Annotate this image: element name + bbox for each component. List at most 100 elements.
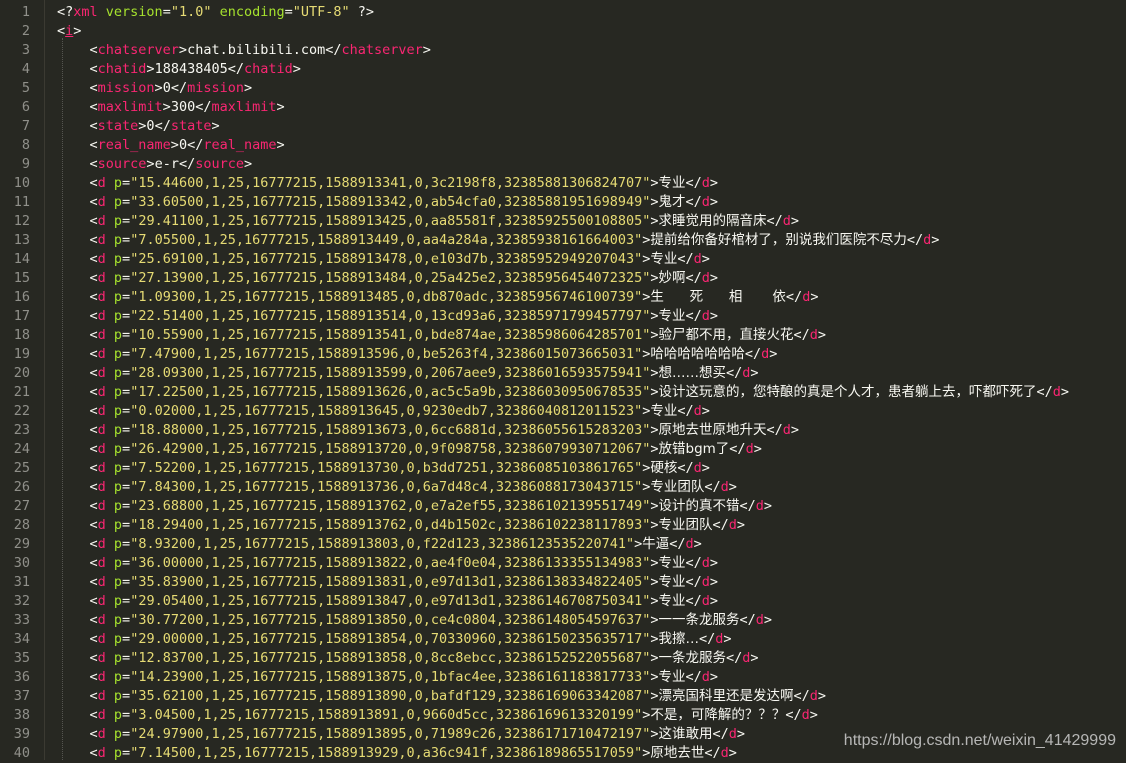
code-line[interactable]: 26 <d p="7.84300,1,25,16777215,158891373… bbox=[0, 478, 1126, 497]
d-tag-close: d bbox=[782, 213, 791, 229]
danmaku-text: 一条龙服务 bbox=[658, 650, 727, 666]
code-line[interactable]: 2 <i> bbox=[0, 22, 1126, 41]
d-tag-open: d bbox=[97, 555, 106, 571]
line-content: <d p="28.09300,1,25,16777215,1588913599,… bbox=[57, 365, 759, 381]
meta-tag-close: source bbox=[195, 156, 244, 172]
d-tag-open: d bbox=[97, 289, 106, 305]
d-attr-name: p bbox=[105, 593, 123, 609]
d-tag-close: d bbox=[745, 441, 754, 457]
line-number: 34 bbox=[13, 631, 30, 647]
line-number: 22 bbox=[13, 403, 30, 419]
d-attr-value: "7.84300,1,25,16777215,1588913736,0,6a7d… bbox=[130, 479, 643, 495]
code-line[interactable]: 23 <d p="18.88000,1,25,16777215,15889136… bbox=[0, 421, 1126, 440]
code-line[interactable]: 12 <d p="29.41100,1,25,16777215,15889134… bbox=[0, 212, 1126, 231]
code-line[interactable]: 30 <d p="36.00000,1,25,16777215,15889138… bbox=[0, 554, 1126, 573]
code-line[interactable]: 9 <source>e-r</source> bbox=[0, 155, 1126, 174]
line-content: <d p="3.04500,1,25,16777215,1588913891,0… bbox=[57, 707, 818, 723]
danmaku-text: 原地去世 bbox=[650, 745, 705, 761]
code-line[interactable]: 37 <d p="35.62100,1,25,16777215,15889138… bbox=[0, 687, 1126, 706]
code-line[interactable]: 19 <d p="7.47900,1,25,16777215,158891359… bbox=[0, 345, 1126, 364]
d-attr-value: "1.09300,1,25,16777215,1588913485,0,db87… bbox=[130, 289, 643, 305]
d-tag-open: d bbox=[97, 403, 106, 419]
d-attr-name: p bbox=[105, 251, 123, 267]
d-attr-name: p bbox=[105, 289, 123, 305]
line-number: 35 bbox=[13, 650, 30, 666]
code-line[interactable]: 17 <d p="22.51400,1,25,16777215,15889135… bbox=[0, 307, 1126, 326]
code-line[interactable]: 14 <d p="25.69100,1,25,16777215,15889134… bbox=[0, 250, 1126, 269]
d-attr-value: "7.47900,1,25,16777215,1588913596,0,be52… bbox=[130, 346, 643, 362]
danmaku-text: 一一条龙服务 bbox=[658, 612, 740, 628]
code-line[interactable]: 25 <d p="7.52200,1,25,16777215,158891373… bbox=[0, 459, 1126, 478]
code-editor[interactable]: 1 <?xml version="1.0" encoding="UTF-8" ?>… bbox=[0, 3, 1126, 763]
d-attr-value: "30.77200,1,25,16777215,1588913850,0,ce4… bbox=[130, 612, 651, 628]
code-line[interactable]: 29 <d p="8.93200,1,25,16777215,158891380… bbox=[0, 535, 1126, 554]
d-attr-value: "14.23900,1,25,16777215,1588913875,0,1bf… bbox=[130, 669, 651, 685]
code-line[interactable]: 21 <d p="17.22500,1,25,16777215,15889136… bbox=[0, 383, 1126, 402]
code-line[interactable]: 1 <?xml version="1.0" encoding="UTF-8" ?> bbox=[0, 3, 1126, 22]
d-tag-close: d bbox=[755, 612, 764, 628]
code-line[interactable]: 4 <chatid>188438405</chatid> bbox=[0, 60, 1126, 79]
code-line[interactable]: 10 <d p="15.44600,1,25,16777215,15889133… bbox=[0, 174, 1126, 193]
code-line[interactable]: 15 <d p="27.13900,1,25,16777215,15889134… bbox=[0, 269, 1126, 288]
danmaku-text: 专业 bbox=[650, 251, 678, 267]
code-line[interactable]: 36 <d p="14.23900,1,25,16777215,15889138… bbox=[0, 668, 1126, 687]
code-line[interactable]: 13 <d p="7.05500,1,25,16777215,158891344… bbox=[0, 231, 1126, 250]
xml-decl-attr: version bbox=[97, 4, 163, 20]
d-tag-open: d bbox=[97, 308, 106, 324]
code-line[interactable]: 28 <d p="18.29400,1,25,16777215,15889137… bbox=[0, 516, 1126, 535]
code-line[interactable]: 34 <d p="29.00000,1,25,16777215,15889138… bbox=[0, 630, 1126, 649]
code-line[interactable]: 20 <d p="28.09300,1,25,16777215,15889135… bbox=[0, 364, 1126, 383]
code-line[interactable]: 16 <d p="1.09300,1,25,16777215,158891348… bbox=[0, 288, 1126, 307]
line-content: <d p="30.77200,1,25,16777215,1588913850,… bbox=[57, 612, 773, 628]
code-line[interactable]: 31 <d p="35.83900,1,25,16777215,15889138… bbox=[0, 573, 1126, 592]
code-line[interactable]: 18 <d p="10.55900,1,25,16777215,15889135… bbox=[0, 326, 1126, 345]
d-attr-name: p bbox=[105, 175, 123, 191]
code-line[interactable]: 3 <chatserver>chat.bilibili.com</chatser… bbox=[0, 41, 1126, 60]
d-attr-value: "18.29400,1,25,16777215,1588913762,0,d4b… bbox=[130, 517, 651, 533]
code-line[interactable]: 33 <d p="30.77200,1,25,16777215,15889138… bbox=[0, 611, 1126, 630]
code-line[interactable]: 11 <d p="33.60500,1,25,16777215,15889133… bbox=[0, 193, 1126, 212]
code-line[interactable]: 5 <mission>0</mission> bbox=[0, 79, 1126, 98]
d-tag-open: d bbox=[97, 251, 106, 267]
line-content: <d p="29.05400,1,25,16777215,1588913847,… bbox=[57, 593, 719, 609]
code-line[interactable]: 32 <d p="29.05400,1,25,16777215,15889138… bbox=[0, 592, 1126, 611]
danmaku-text: 专业团队 bbox=[650, 479, 705, 495]
code-line[interactable]: 6 <maxlimit>300</maxlimit> bbox=[0, 98, 1126, 117]
line-content: <chatid>188438405</chatid> bbox=[57, 61, 301, 77]
d-attr-name: p bbox=[105, 688, 123, 704]
line-number: 11 bbox=[13, 194, 30, 210]
danmaku-text: 专业 bbox=[650, 403, 678, 419]
line-content: <d p="7.14500,1,25,16777215,1588913929,0… bbox=[57, 745, 737, 761]
meta-tag-open: real_name bbox=[97, 137, 171, 153]
line-number: 39 bbox=[13, 726, 30, 742]
line-number: 40 bbox=[13, 745, 30, 761]
line-number: 23 bbox=[13, 422, 30, 438]
code-line[interactable]: 22 <d p="0.02000,1,25,16777215,158891364… bbox=[0, 402, 1126, 421]
code-line[interactable]: 38 <d p="3.04500,1,25,16777215,158891389… bbox=[0, 706, 1126, 725]
d-attr-name: p bbox=[105, 745, 123, 761]
code-line[interactable]: 8 <real_name>0</real_name> bbox=[0, 136, 1126, 155]
d-attr-value: "18.88000,1,25,16777215,1588913673,0,6cc… bbox=[130, 422, 651, 438]
d-attr-value: "29.05400,1,25,16777215,1588913847,0,e97… bbox=[130, 593, 651, 609]
danmaku-text: 硬核 bbox=[650, 460, 678, 476]
line-content: <d p="10.55900,1,25,16777215,1588913541,… bbox=[57, 327, 827, 343]
code-line[interactable]: 7 <state>0</state> bbox=[0, 117, 1126, 136]
line-content: <d p="7.52200,1,25,16777215,1588913730,0… bbox=[57, 460, 710, 476]
danmaku-text: 设计这玩意的，您特酿的真是个人才，患者躺上去，吓都吓死了 bbox=[658, 384, 1037, 400]
line-number: 12 bbox=[13, 213, 30, 229]
meta-value: e-r bbox=[154, 156, 179, 172]
line-content: <?xml version="1.0" encoding="UTF-8" ?> bbox=[57, 4, 375, 20]
d-attr-value: "35.62100,1,25,16777215,1588913890,0,baf… bbox=[130, 688, 651, 704]
meta-tag-open: state bbox=[97, 118, 139, 134]
line-content: <d p="36.00000,1,25,16777215,1588913822,… bbox=[57, 555, 719, 571]
meta-tag-open: chatserver bbox=[97, 42, 179, 58]
meta-tag-close: chatid bbox=[243, 61, 293, 77]
code-line[interactable]: 24 <d p="26.42900,1,25,16777215,15889137… bbox=[0, 440, 1126, 459]
code-line[interactable]: 27 <d p="23.68800,1,25,16777215,15889137… bbox=[0, 497, 1126, 516]
danmaku-text: 不是，可降解的？？？ bbox=[650, 707, 786, 723]
code-line[interactable]: 35 <d p="12.83700,1,25,16777215,15889138… bbox=[0, 649, 1126, 668]
d-tag-open: d bbox=[97, 346, 106, 362]
d-tag-open: d bbox=[97, 194, 106, 210]
d-attr-value: "17.22500,1,25,16777215,1588913626,0,ac5… bbox=[130, 384, 651, 400]
line-content: <d p="27.13900,1,25,16777215,1588913484,… bbox=[57, 270, 719, 286]
